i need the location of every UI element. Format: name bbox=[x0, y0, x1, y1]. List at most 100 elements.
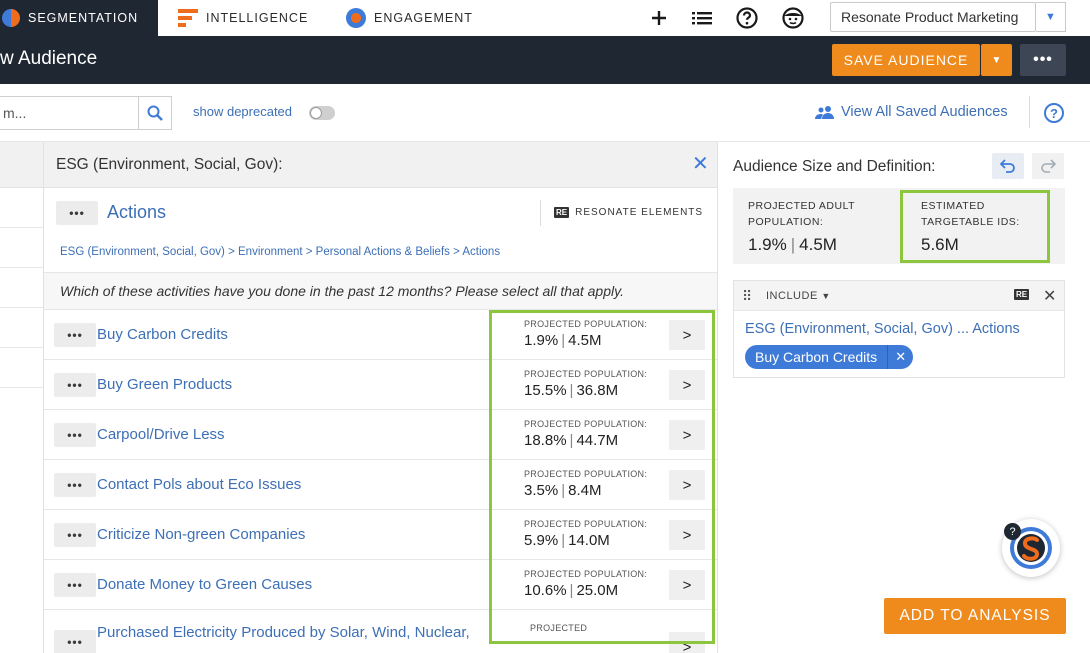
drag-handle-icon[interactable]: ⠿ bbox=[742, 288, 752, 305]
option-menu-button[interactable]: ••• bbox=[54, 473, 96, 497]
count: 25.0M bbox=[576, 582, 619, 599]
option-label[interactable]: Buy Green Products bbox=[97, 376, 232, 393]
tab-intelligence[interactable]: INTELLIGENCE bbox=[178, 0, 308, 36]
count: 36.8M bbox=[576, 382, 619, 399]
option-row[interactable]: ••• Donate Money to Green Causes PROJECT… bbox=[44, 560, 717, 610]
breadcrumb[interactable]: ESG (Environment, Social, Gov) > Environ… bbox=[60, 246, 500, 258]
option-label[interactable]: Carpool/Drive Less bbox=[97, 426, 225, 443]
list-item[interactable] bbox=[0, 308, 43, 348]
chevron-right-icon[interactable]: > bbox=[669, 570, 705, 600]
pct: 18.8% bbox=[524, 432, 567, 449]
list-icon[interactable] bbox=[690, 5, 714, 31]
plus-icon[interactable] bbox=[648, 5, 670, 31]
chevron-right-icon[interactable]: > bbox=[669, 420, 705, 450]
chevron-right-icon[interactable]: > bbox=[669, 320, 705, 350]
add-to-analysis-button[interactable]: ADD TO ANALYSIS bbox=[884, 598, 1066, 634]
include-header: ⠿ INCLUDE ▼ RE ✕ bbox=[734, 281, 1064, 311]
close-icon[interactable]: ✕ bbox=[692, 154, 709, 174]
projected-label-line: POPULATION: bbox=[748, 216, 824, 228]
left-category-panel bbox=[0, 142, 44, 653]
help-icon[interactable] bbox=[734, 5, 760, 31]
section-header: ••• Actions RE RESONATE ELEMENTS bbox=[44, 188, 717, 238]
projected-population-value: 1.9% | 4.5M bbox=[524, 332, 602, 349]
section-title[interactable]: Actions bbox=[107, 202, 166, 223]
more-options-button[interactable]: ••• bbox=[1020, 44, 1066, 76]
projected-population-value: 15.5% | 36.8M bbox=[524, 382, 619, 399]
option-menu-button[interactable]: ••• bbox=[54, 423, 96, 447]
projected-population-label: PROJECTED POPULATION: bbox=[524, 419, 648, 429]
option-row[interactable]: ••• Purchased Electricity Produced by So… bbox=[44, 610, 717, 653]
option-row[interactable]: ••• Buy Carbon Credits PROJECTED POPULAT… bbox=[44, 310, 717, 360]
option-row[interactable]: ••• Criticize Non-green Companies PROJEC… bbox=[44, 510, 717, 560]
help-icon[interactable]: ? bbox=[1044, 103, 1064, 123]
option-menu-button[interactable]: ••• bbox=[54, 373, 96, 397]
projected-population-value: 3.5% | 8.4M bbox=[524, 482, 602, 499]
tab-label: INTELLIGENCE bbox=[206, 11, 309, 25]
search-input[interactable]: m... bbox=[0, 96, 138, 130]
projected-population-label: PROJECTED POPULATION: bbox=[524, 519, 648, 529]
undo-icon[interactable] bbox=[992, 153, 1024, 179]
option-row[interactable]: ••• Contact Pols about Eco Issues PROJEC… bbox=[44, 460, 717, 510]
workspace-select[interactable]: Resonate Product Marketing bbox=[830, 2, 1036, 32]
option-label[interactable]: Contact Pols about Eco Issues bbox=[97, 476, 301, 493]
re-elements-label: RESONATE ELEMENTS bbox=[575, 207, 704, 218]
user-face-icon[interactable] bbox=[780, 5, 806, 31]
option-menu-button[interactable]: ••• bbox=[54, 573, 96, 597]
option-menu-button[interactable]: ••• bbox=[54, 630, 96, 653]
audience-size-title: Audience Size and Definition: bbox=[733, 158, 936, 175]
search-toolbar: m... show deprecated View All Saved Audi… bbox=[0, 84, 1090, 142]
section-menu-button[interactable]: ••• bbox=[56, 201, 98, 225]
option-label[interactable]: Criticize Non-green Companies bbox=[97, 526, 305, 543]
option-menu-button[interactable]: ••• bbox=[54, 523, 96, 547]
search-button[interactable] bbox=[138, 96, 172, 130]
list-item[interactable] bbox=[0, 348, 43, 388]
pct: 3.5% bbox=[524, 482, 559, 499]
left-panel-header bbox=[0, 142, 43, 188]
save-audience-button[interactable]: SAVE AUDIENCE bbox=[832, 44, 980, 76]
list-item[interactable] bbox=[0, 228, 43, 268]
re-badge-icon[interactable]: RE bbox=[1014, 289, 1030, 300]
show-deprecated-toggle[interactable] bbox=[309, 106, 335, 120]
chip-remove-icon[interactable]: ✕ bbox=[887, 345, 913, 369]
list-item[interactable] bbox=[0, 268, 43, 308]
intelligence-icon bbox=[178, 9, 198, 27]
include-dropdown[interactable]: INCLUDE ▼ bbox=[766, 290, 831, 302]
chevron-right-icon[interactable]: > bbox=[669, 470, 705, 500]
projected-label-line: PROJECTED ADULT bbox=[748, 200, 856, 212]
show-deprecated-label: show deprecated bbox=[193, 104, 293, 119]
redo-icon[interactable] bbox=[1032, 153, 1064, 179]
tab-segmentation[interactable]: SEGMENTATION bbox=[0, 0, 158, 36]
users-icon bbox=[815, 106, 834, 119]
chevron-down-icon[interactable]: ▼ bbox=[1036, 2, 1066, 32]
chevron-right-icon[interactable]: > bbox=[669, 520, 705, 550]
projected-adult-label: PROJECTED ADULT POPULATION: bbox=[748, 198, 855, 230]
option-label[interactable]: Buy Carbon Credits bbox=[97, 326, 228, 343]
definition-path-link[interactable]: ESG (Environment, Social, Gov) ... Actio… bbox=[745, 321, 1020, 337]
list-item[interactable] bbox=[0, 188, 43, 228]
projected-population-label: PROJECTED POPULATION: bbox=[524, 469, 648, 479]
option-row[interactable]: ••• Buy Green Products PROJECTED POPULAT… bbox=[44, 360, 717, 410]
selected-chip[interactable]: Buy Carbon Credits ✕ bbox=[745, 345, 914, 369]
divider bbox=[540, 200, 541, 226]
tab-engagement[interactable]: ENGAGEMENT bbox=[346, 0, 473, 36]
chevron-right-icon[interactable]: > bbox=[669, 370, 705, 400]
resonate-elements-link[interactable]: RE RESONATE ELEMENTS bbox=[554, 207, 703, 218]
chevron-right-icon[interactable]: > bbox=[669, 632, 705, 653]
count: 4.5M bbox=[568, 332, 602, 349]
option-menu-button[interactable]: ••• bbox=[54, 323, 96, 347]
option-row[interactable]: ••• Carpool/Drive Less PROJECTED POPULAT… bbox=[44, 410, 717, 460]
close-icon[interactable]: ✕ bbox=[1043, 286, 1056, 306]
option-label[interactable]: Purchased Electricity Produced by Solar,… bbox=[97, 624, 470, 641]
count: 44.7M bbox=[576, 432, 619, 449]
view-all-saved-audiences-link[interactable]: View All Saved Audiences bbox=[815, 104, 1008, 120]
save-options-chevron-icon[interactable]: ▼ bbox=[981, 44, 1012, 76]
projected-adult-value: 1.9% | 4.5M bbox=[748, 235, 837, 254]
pct: 10.6% bbox=[524, 582, 567, 599]
include-label: INCLUDE bbox=[766, 290, 818, 302]
audience-definition-panel: Audience Size and Definition: PROJECTED … bbox=[718, 142, 1090, 653]
re-badge-icon: RE bbox=[554, 207, 570, 218]
option-label[interactable]: Donate Money to Green Causes bbox=[97, 576, 312, 593]
panel-title: ESG (Environment, Social, Gov): bbox=[56, 156, 283, 173]
toolbar-divider bbox=[1029, 96, 1030, 128]
page-title: w Audience bbox=[0, 48, 98, 69]
